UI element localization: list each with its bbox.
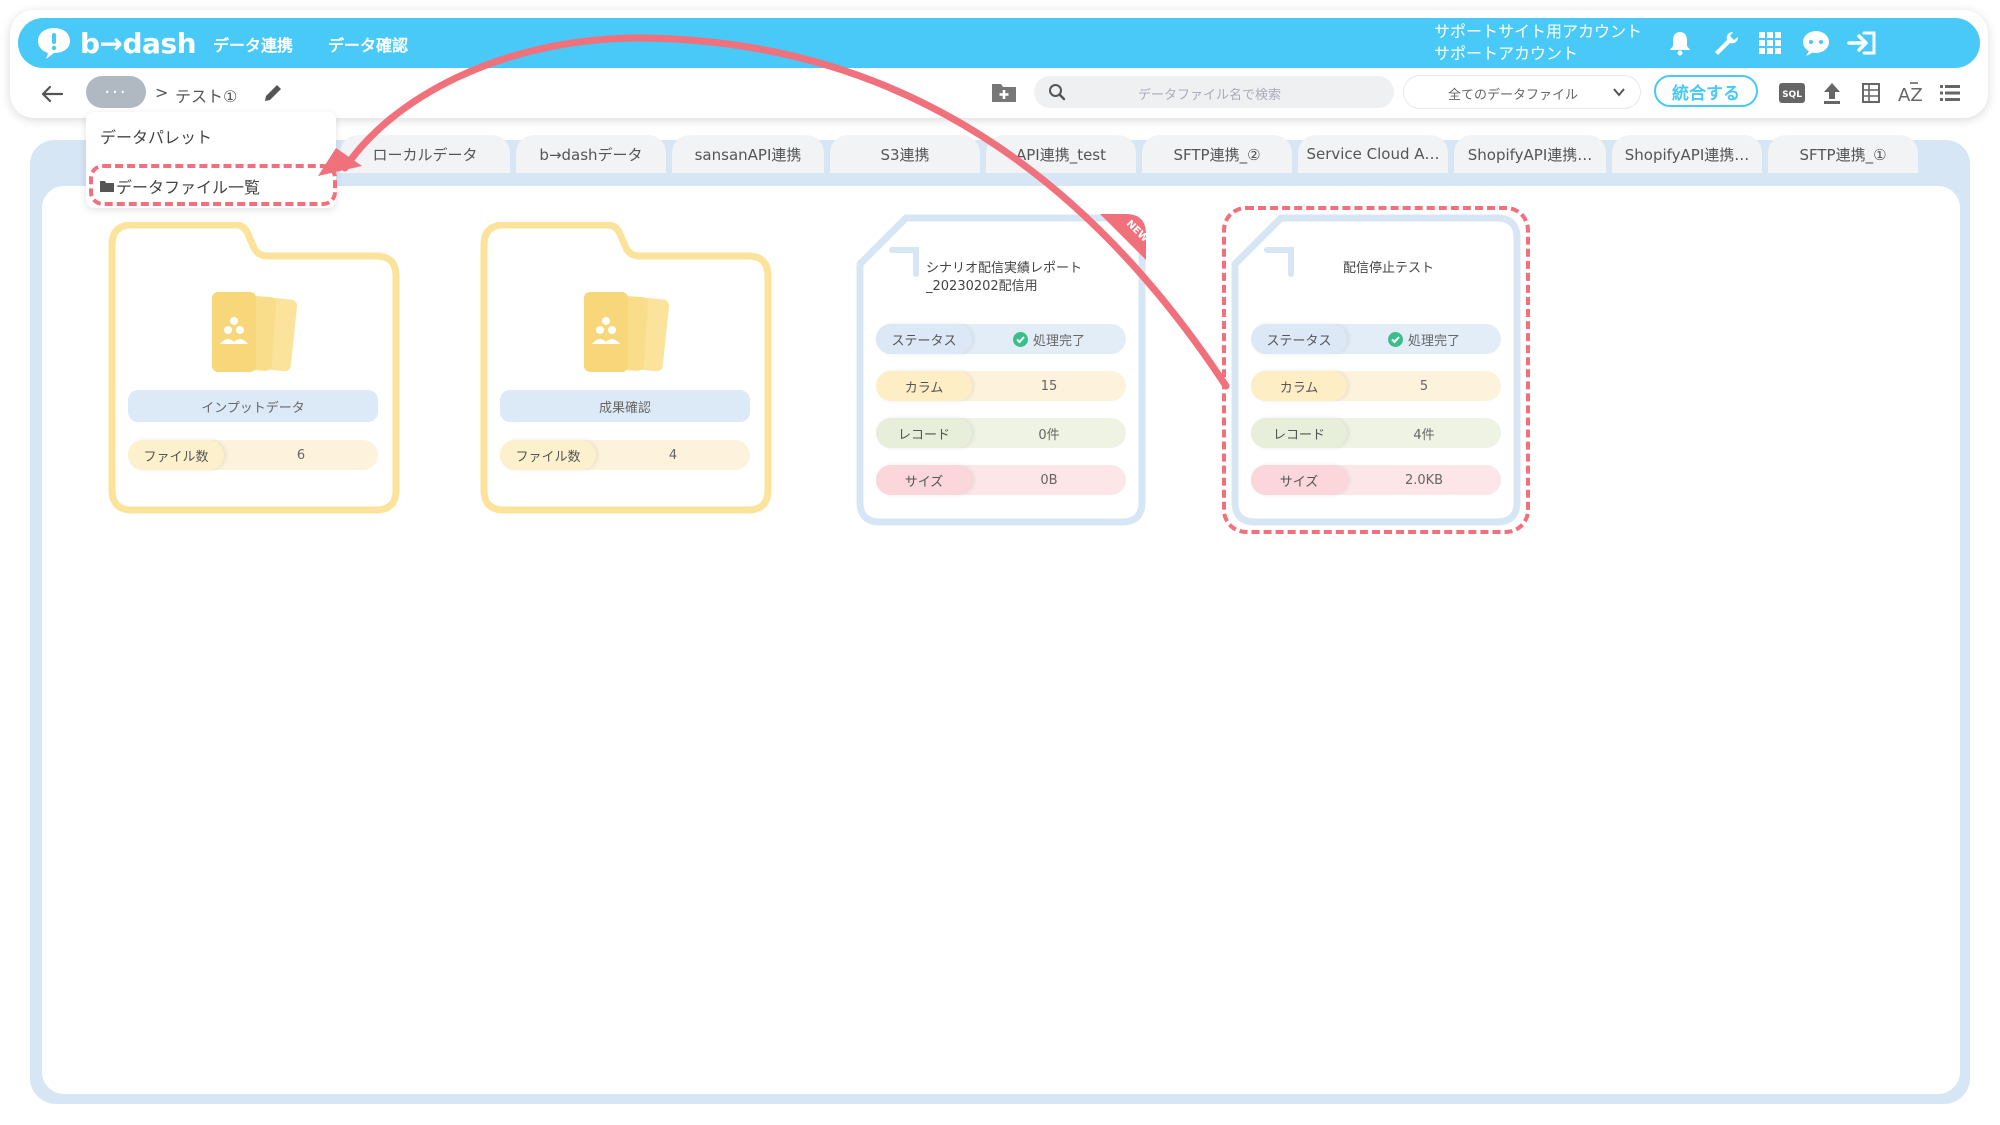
file-count-label: ファイル数 xyxy=(128,440,224,470)
search-input[interactable]: データファイル名で検索 xyxy=(1034,76,1394,108)
tab-bdash-data[interactable]: b→dashデータ xyxy=(516,135,666,173)
chat-bubble-logo-icon xyxy=(38,28,70,59)
tab-sftp-1[interactable]: SFTP連携_① xyxy=(1768,135,1918,173)
status-value: 処理完了 xyxy=(972,324,1126,354)
list-view-icon[interactable] xyxy=(1936,80,1964,106)
search-placeholder: データファイル名で検索 xyxy=(1138,88,1282,103)
folder-stack-icon xyxy=(584,292,670,372)
chat-icon[interactable] xyxy=(1800,27,1832,59)
file-filter-select[interactable]: 全てのデータファイル xyxy=(1404,76,1640,108)
record-label: レコード xyxy=(876,418,972,448)
file-count-label: ファイル数 xyxy=(500,440,596,470)
tab-service-cloud[interactable]: Service Cloud A… xyxy=(1298,135,1448,173)
size-label: サイズ xyxy=(876,465,972,495)
table-view-icon[interactable] xyxy=(1857,80,1885,106)
pencil-icon[interactable] xyxy=(262,82,284,104)
column-label: カラム xyxy=(876,371,972,401)
tab-s3[interactable]: S3連携 xyxy=(830,135,980,173)
back-arrow-icon[interactable] xyxy=(40,84,64,104)
account-line1: サポートサイト用アカウント xyxy=(1434,22,1643,41)
sort-label: AZ xyxy=(1898,85,1923,105)
file-count-row: ファイル数 4 xyxy=(500,440,750,470)
status-row: ステータス 処理完了 xyxy=(876,324,1126,354)
sort-az-icon[interactable]: AZ xyxy=(1896,80,1924,106)
folder-name: インプットデータ xyxy=(128,390,378,422)
folder-card[interactable]: 成果確認 ファイル数 4 xyxy=(480,222,772,514)
sql-icon[interactable]: SQL xyxy=(1778,80,1806,106)
status-text: 処理完了 xyxy=(1032,333,1085,349)
top-navigation-bar: b→dash データ連携 データ確認 サポートサイト用アカウント サポートアカウ… xyxy=(18,18,1980,68)
folder-stack-icon xyxy=(212,292,298,372)
tab-sftp-2[interactable]: SFTP連携_② xyxy=(1142,135,1292,173)
nav-data-check[interactable]: データ確認 xyxy=(328,32,408,56)
menu-item-data-palette[interactable]: データパレット xyxy=(100,124,212,148)
chevron-down-icon xyxy=(1613,88,1625,97)
breadcrumb-current: テスト① xyxy=(175,87,238,106)
tab-sansan-api[interactable]: sansanAPI連携 xyxy=(672,135,824,173)
account-line2: サポートアカウント xyxy=(1434,44,1579,63)
record-value: 0件 xyxy=(1038,427,1060,443)
file-title: シナリオ配信実績レポート_20230202配信用 xyxy=(926,261,1083,294)
record-row: レコード 0件 xyxy=(876,418,1126,448)
file-count-row: ファイル数 6 xyxy=(128,440,378,470)
folder-card[interactable]: インプットデータ ファイル数 6 xyxy=(108,222,400,514)
logout-icon[interactable] xyxy=(1846,27,1878,59)
new-badge: NEW xyxy=(1100,214,1146,260)
column-row: カラム 15 xyxy=(876,371,1126,401)
grid-icon[interactable] xyxy=(1754,27,1786,59)
file-count-value: 6 xyxy=(296,447,306,463)
nav-data-integration[interactable]: データ連携 xyxy=(213,32,293,56)
callout-highlight-file xyxy=(1222,206,1530,534)
merge-button[interactable]: 統合する xyxy=(1654,75,1758,107)
upload-icon[interactable] xyxy=(1818,80,1846,106)
account-info[interactable]: サポートサイト用アカウント サポートアカウント xyxy=(1434,21,1642,65)
data-file-card[interactable]: NEW シナリオ配信実績レポート_20230202配信用 ステータス 処理完了 … xyxy=(856,214,1146,526)
bell-icon[interactable] xyxy=(1664,27,1696,59)
folder-name: 成果確認 xyxy=(500,390,750,422)
wrench-icon[interactable] xyxy=(1710,27,1742,59)
column-value: 15 xyxy=(1040,378,1058,394)
tab-shopify-1[interactable]: ShopifyAPI連携… xyxy=(1454,135,1606,173)
breadcrumb-more-button[interactable]: ··· xyxy=(86,76,146,108)
tab-api-test[interactable]: API連携_test xyxy=(986,135,1136,173)
callout-highlight-menu xyxy=(89,164,337,206)
new-folder-icon[interactable] xyxy=(990,80,1018,104)
search-icon xyxy=(1049,84,1066,101)
filter-selected-value: 全てのデータファイル xyxy=(1448,88,1579,103)
brand-logo[interactable]: b→dash xyxy=(36,24,197,62)
brand-name: b→dash xyxy=(80,26,197,60)
size-row: サイズ 0B xyxy=(876,465,1126,495)
check-circle-icon xyxy=(1012,331,1028,347)
tab-local-data[interactable]: ローカルデータ xyxy=(340,135,510,173)
file-count-value: 4 xyxy=(668,447,678,463)
status-label: ステータス xyxy=(876,324,972,354)
sql-icon-label: SQL xyxy=(1782,90,1802,100)
tab-shopify-2[interactable]: ShopifyAPI連携… xyxy=(1612,135,1762,173)
size-value: 0B xyxy=(1040,472,1058,488)
breadcrumb-separator: > xyxy=(155,83,169,102)
